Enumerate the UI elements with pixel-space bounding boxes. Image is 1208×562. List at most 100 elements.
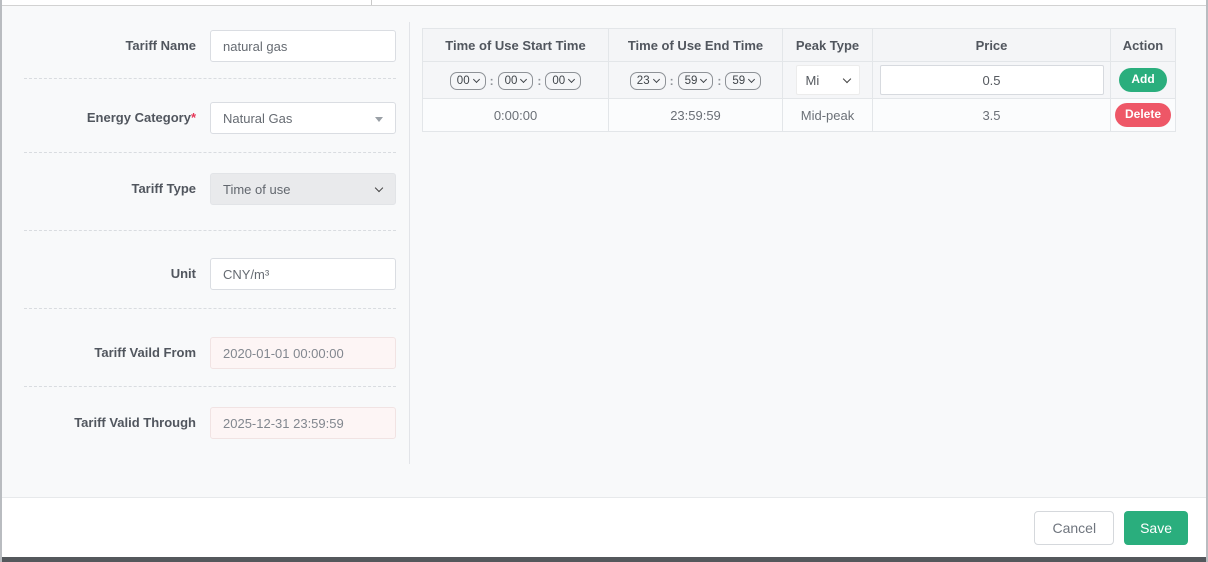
row-price: 3.5	[873, 99, 1111, 132]
col-header-text: Time of Use End Time	[628, 38, 763, 53]
start-hour-value: 00	[457, 75, 470, 87]
chevron-down-icon	[473, 76, 480, 83]
chevron-down-icon	[520, 76, 527, 83]
valid-from-label-text: Tariff Vaild From	[94, 345, 196, 360]
separator	[24, 78, 396, 79]
col-header-text: Peak Type	[796, 38, 859, 53]
separator	[24, 230, 396, 231]
tariff-type-label: Tariff Type	[20, 173, 196, 205]
tariff-type-field-wrap: Time of use	[210, 173, 396, 205]
time-of-use-table: Time of Use Start Time Time of Use End T…	[422, 28, 1176, 132]
energy-category-label: Energy Category*	[20, 102, 196, 134]
col-header-price: Price	[873, 29, 1111, 62]
top-bar-tick	[371, 0, 372, 5]
row-end-time-text: 23:59:59	[670, 108, 721, 123]
start-second-select[interactable]: 00	[545, 72, 581, 90]
tariff-type-label-text: Tariff Type	[131, 181, 196, 196]
row-end-time: 23:59:59	[609, 99, 783, 132]
valid-from-input[interactable]	[210, 337, 396, 369]
end-second-select[interactable]: 59	[725, 72, 761, 90]
start-time-group: 00 : 00 : 00	[450, 72, 581, 90]
end-second-value: 59	[732, 75, 745, 87]
valid-through-label: Tariff Valid Through	[20, 407, 196, 439]
add-button[interactable]: Add	[1119, 68, 1166, 92]
row-peak-type-text: Mid-peak	[801, 108, 854, 123]
chevron-down-icon	[842, 74, 850, 82]
tariff-name-label: Tariff Name	[20, 30, 196, 62]
window-bottom-edge	[2, 557, 1206, 562]
time-colon: :	[670, 74, 674, 88]
unit-label-text: Unit	[171, 266, 196, 281]
tariff-form-content: Tariff Name Energy Category* Natural Gas…	[2, 6, 1206, 497]
energy-category-label-text: Energy Category	[87, 110, 191, 125]
time-colon: :	[537, 74, 541, 88]
row-start-time: 0:00:00	[423, 99, 609, 132]
chevron-down-icon	[375, 184, 383, 192]
unit-field-wrap	[210, 258, 396, 290]
energy-category-value: Natural Gas	[223, 111, 292, 126]
start-minute-value: 00	[505, 75, 518, 87]
valid-from-label: Tariff Vaild From	[20, 337, 196, 369]
table-row: 0:00:00 23:59:59 Mid-peak 3.5 Delete	[423, 99, 1176, 132]
start-time-cell: 00 : 00 : 00	[423, 62, 609, 99]
chevron-down-icon	[748, 76, 755, 83]
col-header-text: Price	[976, 38, 1008, 53]
end-hour-value: 23	[637, 75, 650, 87]
valid-from-field-wrap	[210, 337, 396, 369]
col-header-peak-type: Peak Type	[783, 29, 873, 62]
required-asterisk: *	[191, 110, 196, 125]
valid-through-field-wrap	[210, 407, 396, 439]
separator	[24, 152, 396, 153]
end-time-group: 23 : 59 : 59	[630, 72, 761, 90]
unit-input[interactable]	[210, 258, 396, 290]
end-minute-select[interactable]: 59	[678, 72, 714, 90]
col-header-text: Action	[1123, 38, 1163, 53]
tariff-edit-window: Tariff Name Energy Category* Natural Gas…	[0, 0, 1208, 562]
row-price-text: 3.5	[982, 108, 1000, 123]
cancel-button[interactable]: Cancel	[1034, 511, 1114, 545]
end-minute-value: 59	[685, 75, 698, 87]
table-input-row: 00 : 00 : 00 23 : 59 : 59	[423, 62, 1176, 99]
chevron-down-icon	[700, 76, 707, 83]
time-colon: :	[717, 74, 721, 88]
separator	[24, 308, 396, 309]
peak-type-cell: Mi	[783, 62, 873, 99]
start-second-value: 00	[552, 75, 565, 87]
row-peak-type: Mid-peak	[783, 99, 873, 132]
start-hour-select[interactable]: 00	[450, 72, 486, 90]
panel-divider	[409, 22, 410, 464]
tariff-type-value: Time of use	[223, 182, 290, 197]
row-action: Delete	[1111, 99, 1176, 132]
chevron-down-icon	[653, 76, 660, 83]
valid-through-input[interactable]	[210, 407, 396, 439]
col-header-text: Time of Use Start Time	[445, 38, 585, 53]
energy-category-field-wrap: Natural Gas	[210, 102, 396, 134]
action-cell: Add	[1111, 62, 1176, 99]
price-input[interactable]	[880, 65, 1104, 95]
col-header-action: Action	[1111, 29, 1176, 62]
col-header-start-time: Time of Use Start Time	[423, 29, 609, 62]
footer-bar: Cancel Save	[2, 497, 1206, 557]
caret-down-icon	[375, 117, 383, 122]
end-time-cell: 23 : 59 : 59	[609, 62, 783, 99]
chevron-down-icon	[568, 76, 575, 83]
price-cell	[873, 62, 1111, 99]
peak-type-select[interactable]: Mi	[796, 65, 860, 95]
start-minute-select[interactable]: 00	[498, 72, 534, 90]
col-header-end-time: Time of Use End Time	[609, 29, 783, 62]
unit-label: Unit	[20, 258, 196, 290]
delete-button[interactable]: Delete	[1115, 103, 1171, 127]
tariff-name-label-text: Tariff Name	[125, 38, 196, 53]
time-colon: :	[490, 74, 494, 88]
table-header-row: Time of Use Start Time Time of Use End T…	[423, 29, 1176, 62]
peak-type-selected-value: Mi	[806, 73, 820, 88]
tariff-name-input[interactable]	[210, 30, 396, 62]
row-start-time-text: 0:00:00	[494, 108, 537, 123]
separator	[24, 386, 396, 387]
tariff-name-field-wrap	[210, 30, 396, 62]
save-button[interactable]: Save	[1124, 511, 1188, 545]
tariff-type-select[interactable]: Time of use	[210, 173, 396, 205]
valid-through-label-text: Tariff Valid Through	[74, 415, 196, 430]
energy-category-select[interactable]: Natural Gas	[210, 102, 396, 134]
end-hour-select[interactable]: 23	[630, 72, 666, 90]
